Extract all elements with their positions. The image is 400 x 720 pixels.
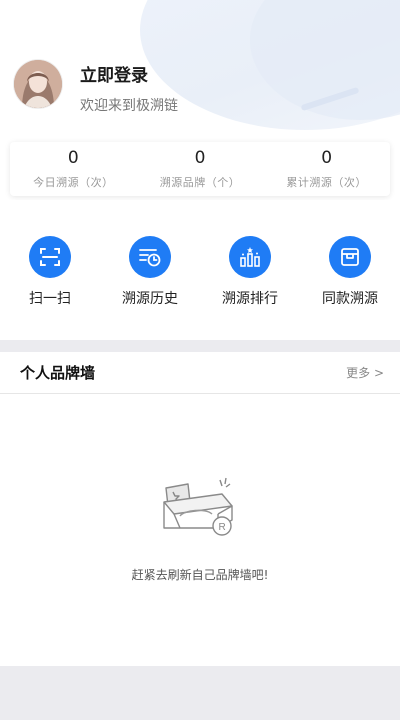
- history-icon: [129, 236, 171, 278]
- welcome-text: 欢迎来到极溯链: [80, 98, 178, 114]
- same-style-button[interactable]: 同款溯源: [300, 200, 400, 340]
- brand-wall-section: 个人品牌墙 更多 > R 赶紧去刷新自己品牌墙吧!: [0, 352, 400, 666]
- brand-wall-header: 个人品牌墙 更多 >: [0, 352, 400, 394]
- stat-total: 0 累计溯源（次）: [263, 142, 390, 196]
- stat-label: 累计溯源（次）: [286, 176, 367, 189]
- svg-text:R: R: [219, 522, 226, 533]
- scan-icon: [29, 236, 71, 278]
- scan-label: 扫一扫: [29, 291, 71, 307]
- more-link[interactable]: 更多 >: [346, 364, 384, 381]
- ranking-button[interactable]: 溯源排行: [200, 200, 300, 340]
- stat-label: 今日溯源（次）: [33, 176, 114, 189]
- box-icon: [329, 236, 371, 278]
- ranking-icon: [229, 236, 271, 278]
- login-link[interactable]: 立即登录: [80, 61, 148, 86]
- quick-actions: 扫一扫 溯源历史 溯源排行 同款溯源: [0, 200, 400, 340]
- stat-value: 0: [321, 148, 333, 168]
- stats-card: 0 今日溯源（次） 0 溯源品牌（个） 0 累计溯源（次）: [10, 142, 390, 196]
- stat-value: 0: [67, 148, 79, 168]
- empty-state-text: 赶紧去刷新自己品牌墙吧!: [131, 568, 269, 582]
- same-style-label: 同款溯源: [322, 291, 378, 307]
- stat-today: 0 今日溯源（次）: [10, 142, 137, 196]
- stat-brands: 0 溯源品牌（个）: [137, 142, 264, 196]
- stat-value: 0: [194, 148, 206, 168]
- scan-button[interactable]: 扫一扫: [0, 200, 100, 340]
- stat-label: 溯源品牌（个）: [159, 176, 241, 189]
- ranking-label: 溯源排行: [222, 291, 278, 307]
- avatar[interactable]: [14, 60, 62, 108]
- brand-wall-title: 个人品牌墙: [20, 364, 96, 382]
- history-label: 溯源历史: [122, 291, 178, 307]
- history-button[interactable]: 溯源历史: [100, 200, 200, 340]
- empty-box-icon: R: [160, 476, 242, 544]
